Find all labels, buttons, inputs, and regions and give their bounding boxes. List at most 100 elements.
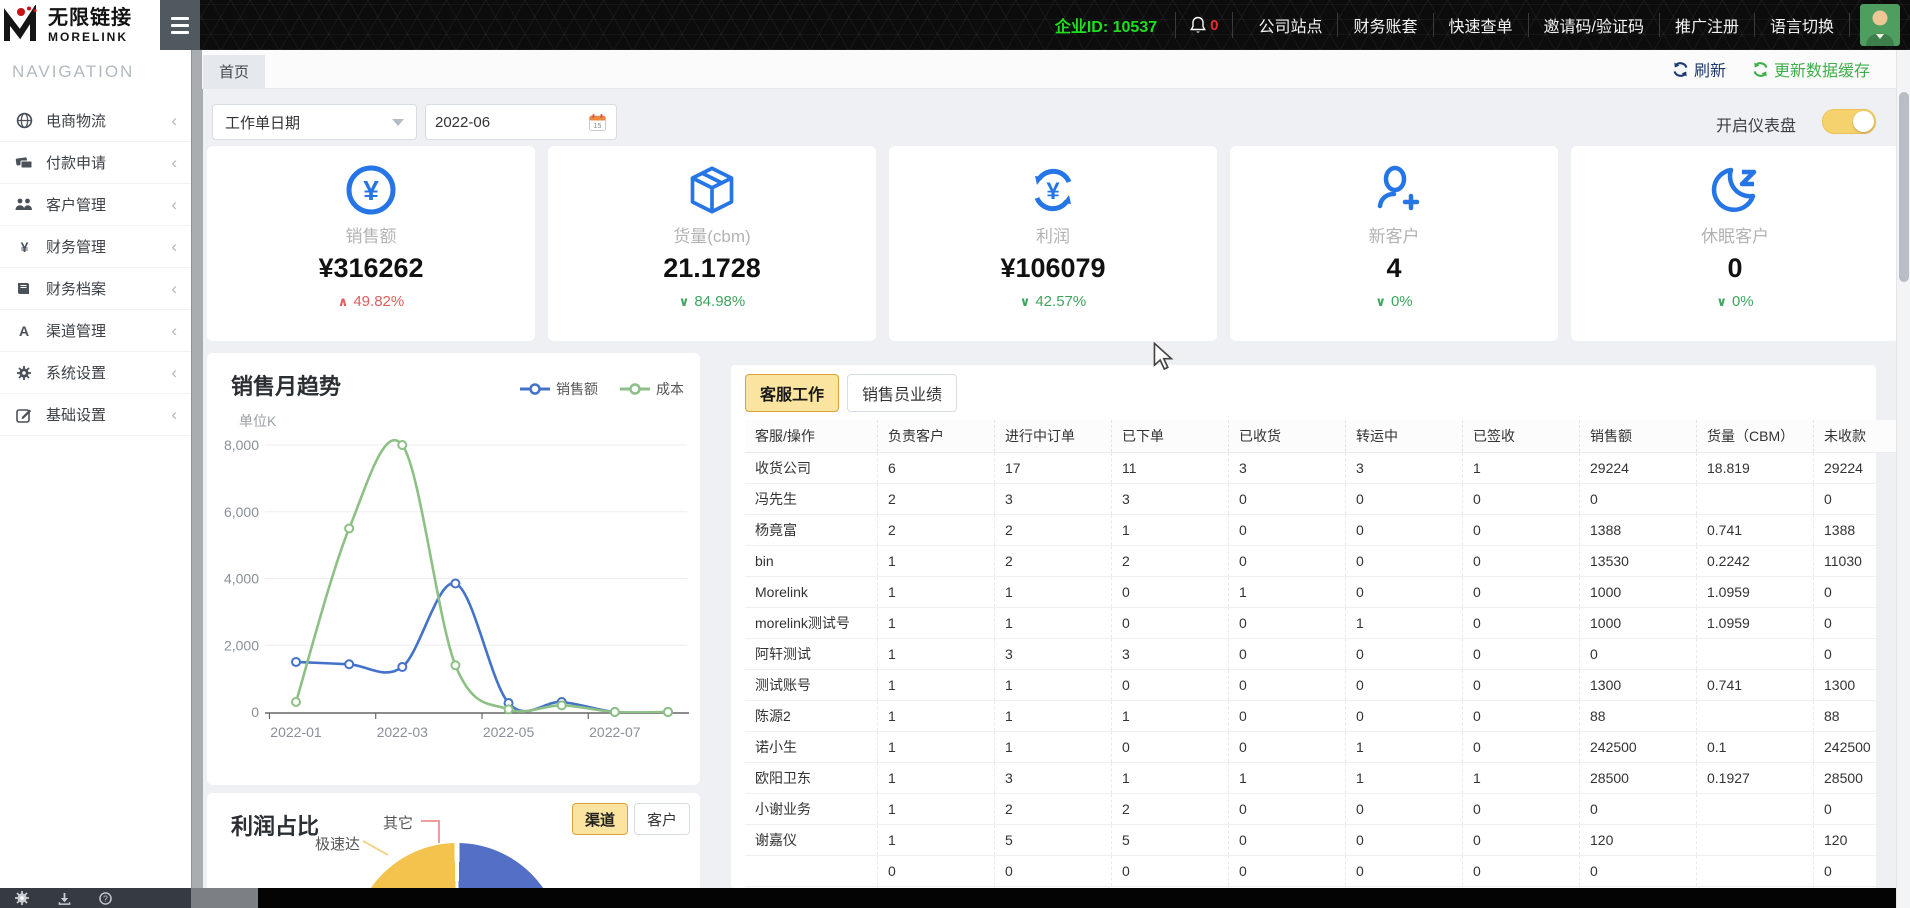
- new-customer-icon: [1368, 162, 1420, 218]
- refresh-icon: [1672, 61, 1689, 78]
- legend-item-销售额[interactable]: 销售额: [520, 379, 598, 399]
- scrollbar-thumb[interactable]: [1899, 92, 1909, 282]
- table-header-row: 客服/操作负责客户进行中订单已下单已收货转运中已签收销售额货量（CBM）未收款: [745, 420, 1910, 453]
- table-cell: 0: [1463, 856, 1580, 887]
- page-scrollbar[interactable]: [1896, 50, 1910, 908]
- sidebar-item-label: 客户管理: [46, 194, 171, 215]
- table-cell: 1: [878, 546, 995, 577]
- table-cell: 0: [1229, 701, 1346, 732]
- header-menu-item-3[interactable]: 邀请码/验证码: [1529, 13, 1660, 37]
- kpi-card-row: ¥销售额¥316262∧49.82%货量(cbm)21.1728∨84.98%¥…: [207, 146, 1899, 341]
- book-icon: [14, 281, 34, 296]
- chart-unit-label: 单位K: [239, 411, 276, 431]
- table-cell: 3: [1229, 453, 1346, 484]
- svg-text:2022-07: 2022-07: [589, 724, 641, 740]
- hamburger-icon: [171, 17, 189, 20]
- dashboard-toggle[interactable]: [1822, 109, 1876, 134]
- svg-text:?: ?: [103, 893, 108, 903]
- header-menu-item-0[interactable]: 公司站点: [1243, 13, 1338, 37]
- kpi-delta: ∨0%: [1716, 293, 1753, 310]
- table-cell: 1: [995, 577, 1112, 608]
- workbench-tab-销售员业绩[interactable]: 销售员业绩: [847, 374, 957, 412]
- table-cell: 欧阳卫东: [745, 763, 878, 794]
- table-cell: 1: [995, 701, 1112, 732]
- table-cell: 18.819: [1697, 453, 1814, 484]
- table-cell: 诺小生: [745, 732, 878, 763]
- header-menu: 公司站点财务账套快速查单邀请码/验证码推广注册语言切换: [1243, 12, 1850, 38]
- month-picker-input[interactable]: 2022-06 15: [425, 104, 617, 140]
- update-cache-button[interactable]: 更新数据缓存: [1752, 57, 1870, 81]
- arrow-down-icon: ∨: [1716, 294, 1727, 310]
- sidebar-item-渠道管理[interactable]: A渠道管理‹: [0, 310, 191, 352]
- sidebar-item-财务档案[interactable]: 财务档案‹: [0, 268, 191, 310]
- table-cell: 3: [995, 763, 1112, 794]
- table-cell: 88: [1580, 701, 1697, 732]
- table-cell: 5: [1112, 825, 1229, 856]
- download-icon[interactable]: [58, 892, 71, 905]
- table-body: 收货公司617113312922418.81929224冯先生23300000杨…: [745, 453, 1910, 887]
- sidebar-item-label: 基础设置: [46, 404, 171, 425]
- table-cell: 0: [1229, 670, 1346, 701]
- table-cell: 0: [1346, 484, 1463, 515]
- sidebar: NAVIGATION 电商物流‹付款申请‹客户管理‹¥财务管理‹财务档案‹A渠道…: [0, 50, 191, 888]
- gear-icon[interactable]: [14, 890, 30, 906]
- sidebar-item-label: 财务管理: [46, 236, 171, 257]
- sidebar-item-财务管理[interactable]: ¥财务管理‹: [0, 226, 191, 268]
- table-cell: [745, 856, 878, 887]
- chevron-left-icon: ‹: [171, 363, 177, 383]
- footer-divider: [191, 888, 258, 908]
- kpi-value: ¥106079: [1000, 253, 1105, 284]
- table-cell: 0.741: [1697, 670, 1814, 701]
- table-cell: 3: [995, 484, 1112, 515]
- table-cell: 1: [878, 577, 995, 608]
- table-cell: 0: [1580, 794, 1697, 825]
- table-cell: 1: [878, 639, 995, 670]
- payment-icon: [14, 155, 34, 170]
- svg-text:¥: ¥: [1046, 178, 1060, 205]
- table-cell: 0: [1580, 856, 1697, 887]
- table-cell: 0: [1229, 546, 1346, 577]
- date-type-select[interactable]: 工作单日期: [212, 104, 417, 140]
- chevron-left-icon: ‹: [171, 405, 177, 425]
- table-cell: 谢嘉仪: [745, 825, 878, 856]
- svg-text:2022-03: 2022-03: [377, 724, 429, 740]
- help-icon[interactable]: ?: [99, 892, 112, 905]
- pie-button-客户[interactable]: 客户: [634, 803, 690, 835]
- svg-text:¥: ¥: [20, 239, 28, 255]
- svg-text:8,000: 8,000: [224, 437, 259, 453]
- table-cell: 3: [995, 639, 1112, 670]
- sidebar-item-付款申请[interactable]: 付款申请‹: [0, 142, 191, 184]
- header-menu-item-2[interactable]: 快速查单: [1434, 13, 1529, 37]
- header-menu-item-4[interactable]: 推广注册: [1660, 13, 1755, 37]
- table-cell: 2: [878, 515, 995, 546]
- legend-item-成本[interactable]: 成本: [620, 379, 684, 399]
- table-cell: 0.2242: [1697, 546, 1814, 577]
- sidebar-toggle-button[interactable]: [160, 0, 200, 50]
- sidebar-item-电商物流[interactable]: 电商物流‹: [0, 100, 191, 142]
- tab-home[interactable]: 首页: [203, 55, 265, 88]
- notifications-bell[interactable]: 0: [1175, 12, 1233, 38]
- sidebar-footer: ?: [0, 888, 191, 908]
- table-cell: 收货公司: [745, 453, 878, 484]
- sidebar-divider: [191, 50, 203, 888]
- header-menu-item-5[interactable]: 语言切换: [1755, 13, 1850, 37]
- refresh-button[interactable]: 刷新: [1672, 57, 1726, 81]
- workbench-tab-客服工作[interactable]: 客服工作: [745, 374, 839, 412]
- table-cell: 0: [1346, 639, 1463, 670]
- table-cell: 1300: [1580, 670, 1697, 701]
- table-cell: [1697, 794, 1814, 825]
- table-cell: 0: [1463, 825, 1580, 856]
- table-cell: 0.741: [1697, 515, 1814, 546]
- column-header-进行中订单: 进行中订单: [995, 420, 1112, 453]
- table-cell: Morelink: [745, 577, 878, 608]
- yen-icon: ¥: [14, 239, 34, 255]
- table-cell: [1697, 825, 1814, 856]
- table-row: 杨竟富22100013880.7411388: [745, 515, 1910, 546]
- sidebar-item-系统设置[interactable]: 系统设置‹: [0, 352, 191, 394]
- header-menu-item-1[interactable]: 财务账套: [1338, 13, 1433, 37]
- sidebar-item-基础设置[interactable]: 基础设置‹: [0, 394, 191, 436]
- table-cell: [1697, 639, 1814, 670]
- pie-button-渠道[interactable]: 渠道: [572, 803, 628, 835]
- sidebar-item-客户管理[interactable]: 客户管理‹: [0, 184, 191, 226]
- user-avatar[interactable]: [1860, 4, 1900, 46]
